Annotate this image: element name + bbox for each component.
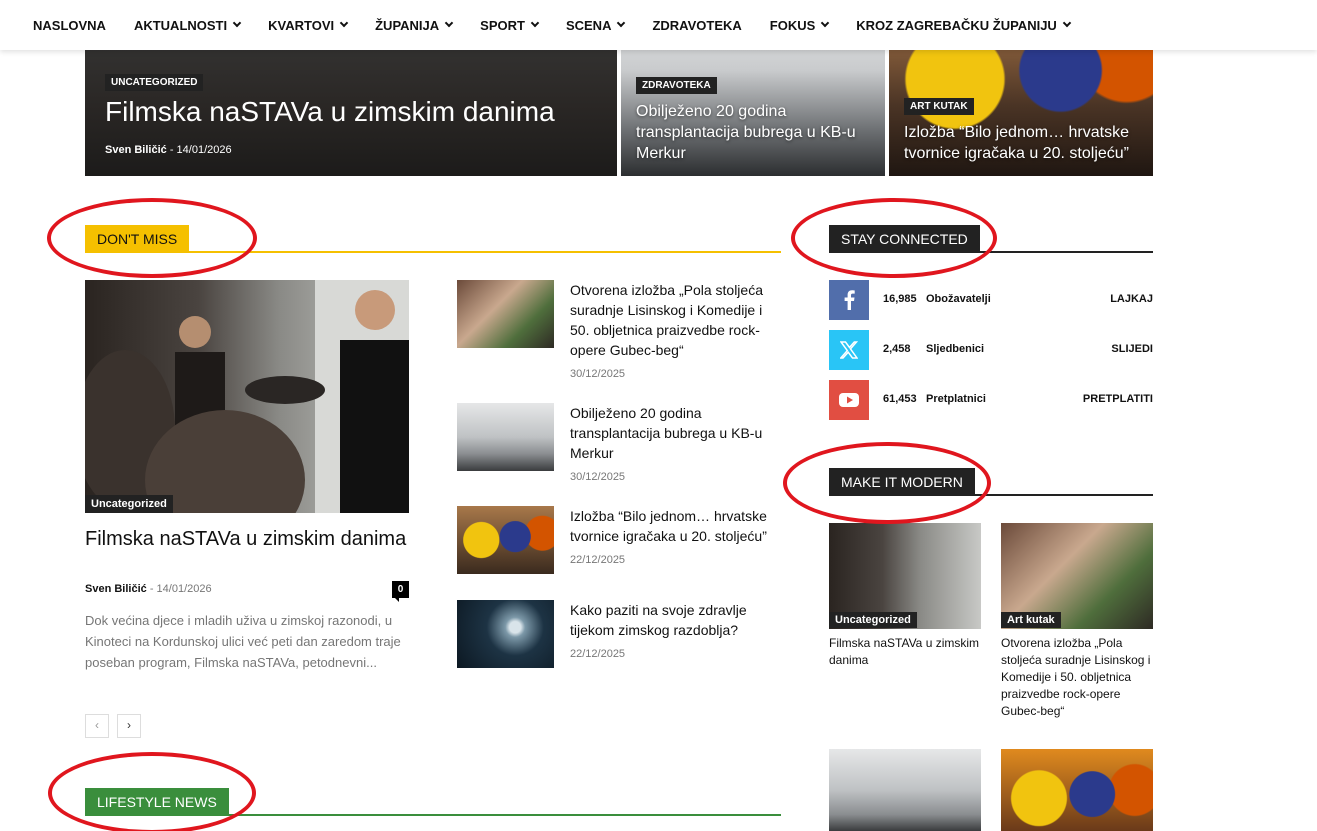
list-item-thumbnail[interactable] — [457, 600, 554, 668]
youtube-label: Pretplatnici — [926, 393, 986, 405]
youtube-row[interactable]: 61,453 Pretplatnici PRETPLATITI — [829, 380, 1153, 420]
list-item-thumbnail[interactable] — [457, 506, 554, 574]
hero-main-date: 14/01/2026 — [176, 144, 232, 156]
nav-item-6[interactable]: ZDRAVOTEKA — [652, 18, 741, 33]
red-circle-annotation — [47, 198, 257, 278]
facebook-icon[interactable] — [829, 280, 869, 320]
comment-count-badge[interactable]: 0 — [392, 581, 409, 602]
list-item-title[interactable]: Obilježeno 20 godina transplantacija bub… — [570, 403, 770, 463]
chevron-down-icon — [821, 18, 830, 28]
nav-item-3[interactable]: ŽUPANIJA — [375, 17, 454, 33]
list-item-thumbnail[interactable] — [457, 403, 554, 471]
featured-photo-figures — [85, 280, 409, 513]
nav-item-4[interactable]: SPORT — [480, 17, 540, 33]
facebook-row[interactable]: 16,985 Obožavatelji LAJKAJ — [829, 280, 1153, 320]
list-item-thumbnail[interactable] — [457, 280, 554, 348]
featured-excerpt: Dok većina djece i mladih uživa u zimsko… — [85, 613, 401, 670]
hero-main-title[interactable]: Filmska naSTAVa u zimskim danima — [105, 96, 555, 128]
youtube-subscribe-button[interactable]: PRETPLATITI — [1083, 393, 1153, 405]
nav-item-label: SPORT — [480, 17, 525, 33]
x-count: 2,458 — [883, 343, 911, 355]
modern-item-category[interactable]: Art kutak — [1001, 612, 1061, 628]
chevron-down-icon — [444, 18, 454, 28]
list-item-title[interactable]: Kako paziti na svoje zdravlje tijekom zi… — [570, 600, 770, 640]
list-item-title[interactable]: Izložba “Bilo jednom… hrvatske tvornice … — [570, 506, 770, 546]
featured-author[interactable]: Sven Biličić — [85, 583, 147, 595]
list-item-title[interactable]: Otvorena izložba „Pola stoljeća suradnje… — [570, 280, 770, 360]
list-item-date: 30/12/2025 — [570, 471, 626, 483]
chevron-down-icon — [339, 18, 349, 28]
prev-page-button[interactable]: ‹ — [85, 714, 109, 738]
hero-main-meta: Sven Biličić - 14/01/2026 — [105, 144, 232, 156]
red-circle-annotation — [791, 198, 997, 278]
main-navigation: NASLOVNA AKTUALNOSTI KVARTOVI ŽUPANIJA SPORT… — [0, 0, 1317, 50]
modern-item-thumbnail[interactable] — [829, 749, 981, 831]
modern-item-thumbnail[interactable] — [1001, 749, 1153, 831]
red-circle-annotation — [48, 752, 256, 831]
nav-item-8[interactable]: KROZ ZAGREBAČKU ŽUPANIJU — [856, 17, 1072, 33]
chevron-down-icon — [530, 18, 540, 28]
nav-item-5[interactable]: SCENA — [565, 17, 626, 33]
featured-date: 14/01/2026 — [156, 583, 212, 595]
chevron-down-icon — [232, 18, 242, 28]
x-row[interactable]: 2,458 Sljedbenici SLIJEDI — [829, 330, 1153, 370]
hero-third-title[interactable]: Izložba “Bilo jednom… hrvatske tvornice … — [904, 122, 1149, 164]
nav-item-label: ZDRAVOTEKA — [652, 17, 742, 33]
nav-item-label: AKTUALNOSTI — [133, 17, 228, 33]
red-circle-annotation — [783, 442, 991, 524]
featured-image[interactable]: Uncategorized — [85, 280, 409, 513]
nav-item-label: KVARTOVI — [268, 17, 335, 33]
featured-meta: Sven Biličić - 14/01/2026 — [85, 583, 212, 595]
list-item-date: 30/12/2025 — [570, 368, 626, 380]
featured-sep: - — [146, 583, 157, 595]
list-item-date: 22/12/2025 — [570, 648, 626, 660]
nav-item-label: FOKUS — [769, 17, 816, 33]
nav-item-0[interactable]: NASLOVNA — [33, 18, 106, 33]
hero-second-category[interactable]: ZDRAVOTEKA — [636, 77, 717, 94]
facebook-like-button[interactable]: LAJKAJ — [1110, 293, 1153, 305]
nav-item-label: SCENA — [565, 17, 612, 33]
modern-item-title[interactable]: Filmska naSTAVa u zimskim danima — [829, 635, 981, 669]
x-label: Sljedbenici — [926, 343, 985, 355]
modern-item-category[interactable]: Uncategorized — [829, 612, 917, 628]
featured-title[interactable]: Filmska naSTAVa u zimskim danima — [85, 527, 415, 552]
hero-third-category[interactable]: ART KUTAK — [904, 98, 974, 115]
hero-second-title[interactable]: Obilježeno 20 godina transplantacija bub… — [636, 101, 876, 164]
x-icon[interactable] — [829, 330, 869, 370]
youtube-icon[interactable] — [829, 380, 869, 420]
nav-item-7[interactable]: FOKUS — [769, 17, 830, 33]
x-follow-button[interactable]: SLIJEDI — [1111, 343, 1153, 355]
facebook-count: 16,985 — [883, 293, 917, 305]
hero-main-sep: - — [166, 144, 177, 156]
hero-main-author[interactable]: Sven Biličić — [105, 144, 167, 156]
hero-main-category[interactable]: UNCATEGORIZED — [105, 74, 204, 91]
list-item-date: 22/12/2025 — [570, 554, 626, 566]
nav-item-1[interactable]: AKTUALNOSTI — [133, 17, 242, 33]
next-page-button[interactable]: › — [117, 714, 141, 738]
nav-item-2[interactable]: KVARTOVI — [268, 17, 349, 33]
nav-item-label: ŽUPANIJA — [375, 17, 440, 33]
facebook-label: Obožavatelji — [926, 293, 991, 305]
nav-item-label: KROZ ZAGREBAČKU ŽUPANIJU — [856, 17, 1057, 33]
chevron-down-icon — [1062, 18, 1072, 28]
modern-item-title[interactable]: Otvorena izložba „Pola stoljeća suradnje… — [1001, 635, 1153, 720]
youtube-count: 61,453 — [883, 393, 917, 405]
nav-item-label: NASLOVNA — [33, 17, 106, 33]
featured-category[interactable]: Uncategorized — [85, 495, 173, 513]
chevron-down-icon — [617, 18, 626, 28]
nav-menu: NASLOVNA AKTUALNOSTI KVARTOVI ŽUPANIJA SPORT… — [33, 0, 1098, 50]
